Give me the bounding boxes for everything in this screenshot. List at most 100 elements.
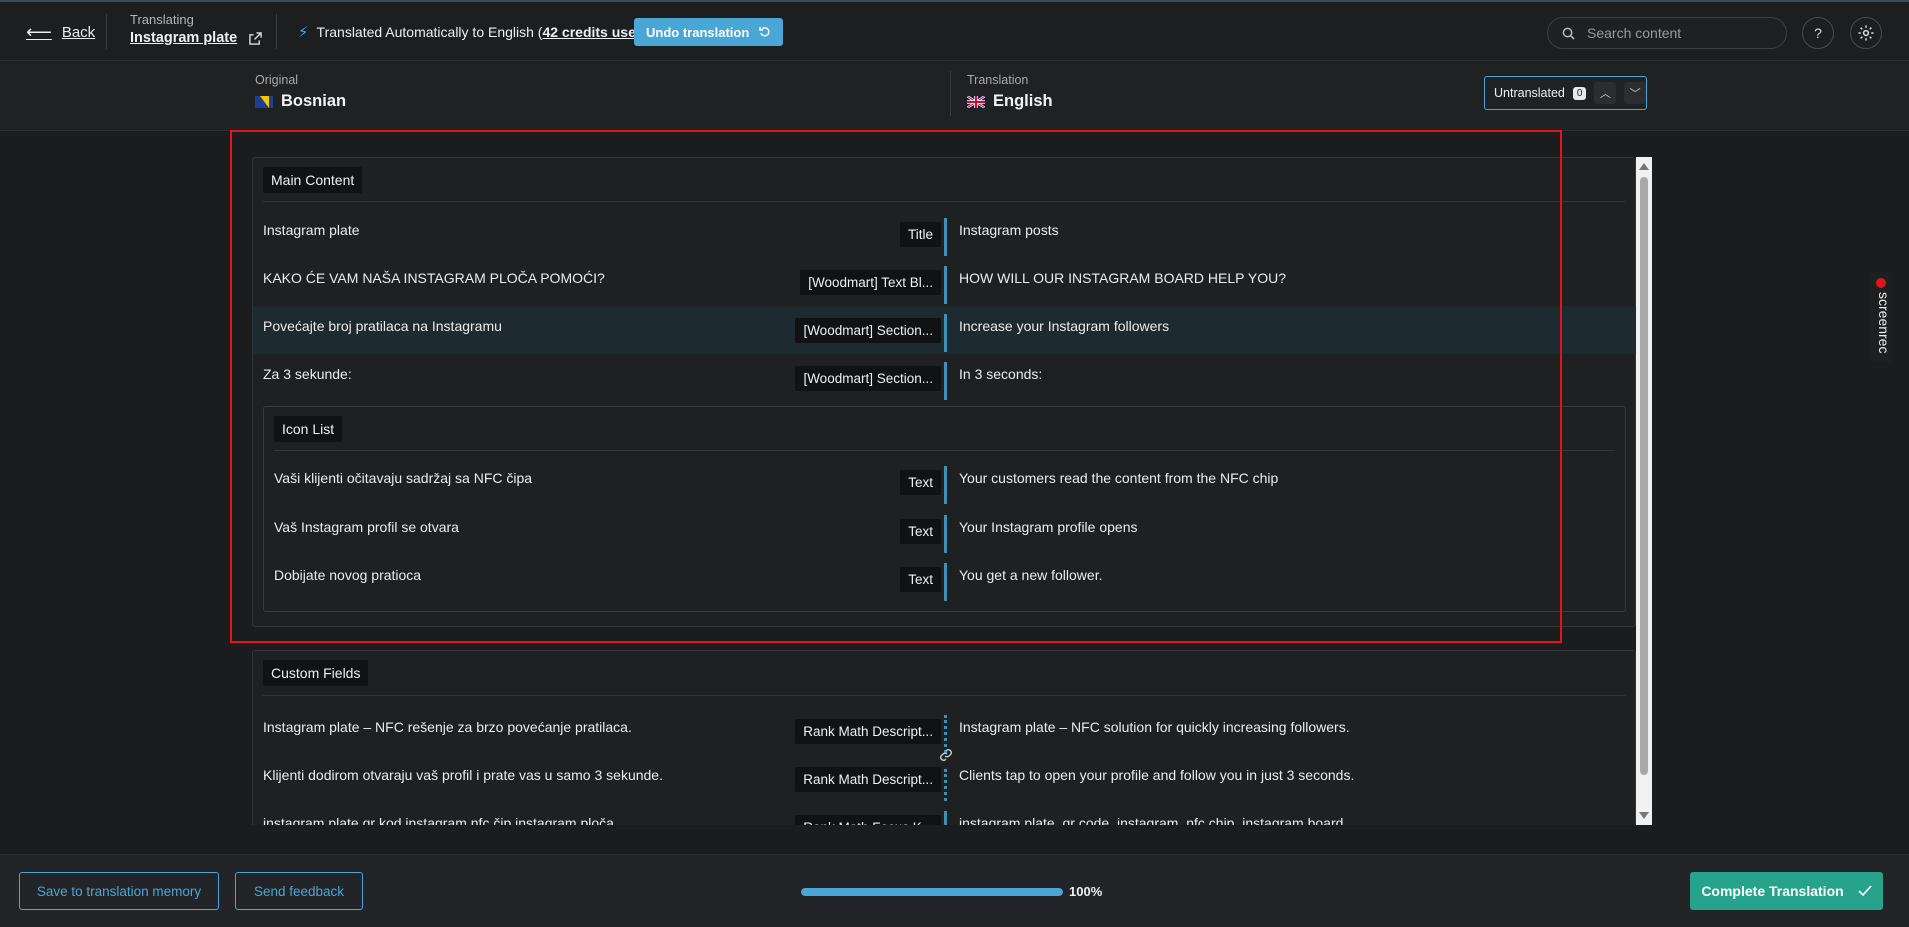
bosnia-flag-icon xyxy=(255,95,273,108)
credits-used: 42 credits used xyxy=(542,24,645,40)
row-divider xyxy=(944,466,947,504)
row-divider xyxy=(944,811,947,825)
divider xyxy=(274,450,1615,451)
document-info: Translating Instagram plate xyxy=(130,12,262,46)
scroll-up-arrow-icon[interactable] xyxy=(1639,163,1649,170)
row-divider xyxy=(944,314,947,352)
send-feedback-button[interactable]: Send feedback xyxy=(235,872,363,910)
original-text: KAKO ĆE VAM NAŠA INSTAGRAM PLOČA POMOĆI? xyxy=(263,270,605,286)
translated-text[interactable]: instagram plate, qr code, instagram, nfc… xyxy=(959,815,1343,825)
row-divider xyxy=(944,266,947,304)
arrow-left-icon: ⟵ xyxy=(26,22,52,42)
back-button[interactable]: ⟵ Back xyxy=(26,22,95,43)
undo-icon xyxy=(759,27,770,37)
bottom-bar: Save to translation memory Send feedback… xyxy=(0,854,1909,927)
original-text: Instagram plate xyxy=(263,222,360,238)
help-icon: ? xyxy=(1814,25,1822,41)
translated-text[interactable]: HOW WILL OUR INSTAGRAM BOARD HELP YOU? xyxy=(959,270,1286,286)
help-button[interactable]: ? xyxy=(1802,17,1834,49)
translation-row[interactable]: Vaš Instagram profil se otvara Text Your… xyxy=(253,507,1637,555)
language-bar: Original Bosnian Translation English Unt… xyxy=(0,61,1909,131)
translated-text[interactable]: Instagram plate – NFC solution for quick… xyxy=(959,719,1350,735)
scrollbar-thumb[interactable] xyxy=(1640,177,1648,775)
auto-translate-status: ⚡ Translated Automatically to English (4… xyxy=(298,23,649,41)
translating-label: Translating xyxy=(130,12,194,27)
complete-translation-button[interactable]: Complete Translation xyxy=(1690,872,1883,910)
main-content-section: Main Content Instagram plate Title Insta… xyxy=(252,157,1637,627)
translation-row[interactable]: Za 3 sekunde: [Woodmart] Section... In 3… xyxy=(253,354,1637,402)
translation-label: Translation xyxy=(967,73,1029,87)
save-to-memory-button[interactable]: Save to translation memory xyxy=(19,872,219,910)
row-divider xyxy=(944,515,947,553)
translation-row[interactable]: Klijenti dodirom otvaraju vaš profil i p… xyxy=(253,755,1636,803)
scroll-down-arrow-icon[interactable] xyxy=(1639,812,1649,819)
translated-text[interactable]: You get a new follower. xyxy=(959,567,1102,583)
original-text: Povećajte broj pratilaca na Instagramu xyxy=(263,318,502,334)
divider xyxy=(950,71,951,116)
progress-fill xyxy=(801,888,1063,896)
translation-row[interactable]: instagram plate,qr kod,instagram,nfc čip… xyxy=(253,803,1636,825)
chevron-down-icon: ﹀ xyxy=(1629,88,1641,100)
divider xyxy=(276,14,277,49)
original-text: Za 3 sekunde: xyxy=(263,366,352,382)
translated-text[interactable]: Increase your Instagram followers xyxy=(959,318,1169,334)
original-text: Dobijate novog pratioca xyxy=(274,567,422,583)
screenrec-widget[interactable]: screenrec xyxy=(1870,272,1892,362)
divider xyxy=(263,201,1625,202)
screenrec-label: screenrec xyxy=(1876,292,1892,354)
field-type-tag: Rank Math Descript... xyxy=(795,767,941,792)
translated-text[interactable]: Instagram posts xyxy=(959,222,1059,238)
field-type-tag: Rank Math Descript... xyxy=(795,719,941,744)
row-divider xyxy=(944,563,947,601)
translated-text[interactable]: In 3 seconds: xyxy=(959,366,1042,382)
gear-icon xyxy=(1858,25,1874,41)
search-icon xyxy=(1562,27,1575,40)
field-type-tag: Title xyxy=(899,222,941,247)
translation-row[interactable]: Vaši klijenti očitavaju sadržaj sa NFC č… xyxy=(253,458,1637,506)
row-divider xyxy=(944,769,947,801)
translation-row[interactable]: Dobijate novog pratioca Text You get a n… xyxy=(253,555,1637,603)
original-text: instagram plate,qr kod,instagram,nfc čip… xyxy=(263,815,614,825)
field-type-tag: Rank Math Focus K... xyxy=(795,815,941,825)
record-dot-icon xyxy=(1876,278,1886,288)
original-language: Original Bosnian xyxy=(255,73,346,111)
previous-untranslated-button[interactable]: ︿ xyxy=(1594,82,1617,104)
original-text: Klijenti dodirom otvaraju vaš profil i p… xyxy=(263,767,663,783)
next-untranslated-button[interactable]: ﹀ xyxy=(1624,82,1646,104)
undo-translation-button[interactable]: Undo translation xyxy=(634,18,784,46)
divider xyxy=(263,695,1625,696)
undo-label: Undo translation xyxy=(646,24,750,40)
chevron-up-icon: ︿ xyxy=(1599,88,1611,100)
search-input[interactable] xyxy=(1587,25,1767,41)
translated-text[interactable]: Your customers read the content from the… xyxy=(959,470,1278,486)
field-type-tag: Text xyxy=(900,567,941,592)
translation-row[interactable]: Povećajte broj pratilaca na Instagramu [… xyxy=(253,306,1637,354)
translated-text[interactable]: Your Instagram profile opens xyxy=(959,519,1137,535)
document-title-link[interactable]: Instagram plate xyxy=(130,30,262,46)
checkmark-icon xyxy=(1858,885,1872,897)
untranslated-count: 0 xyxy=(1572,86,1587,100)
row-divider xyxy=(944,362,947,400)
search-box[interactable] xyxy=(1547,17,1787,49)
translated-text[interactable]: Clients tap to open your profile and fol… xyxy=(959,767,1354,783)
uk-flag-icon xyxy=(967,95,985,108)
original-label: Original xyxy=(255,73,299,87)
row-divider xyxy=(944,218,947,256)
original-text: Vaši klijenti očitavaju sadržaj sa NFC č… xyxy=(274,470,533,486)
section-heading: Custom Fields xyxy=(263,660,369,686)
lightning-icon: ⚡ xyxy=(298,24,309,41)
field-type-tag: [Woodmart] Section... xyxy=(795,318,941,343)
settings-button[interactable] xyxy=(1850,17,1882,49)
field-type-tag: [Woodmart] Section... xyxy=(795,366,941,391)
original-text: Instagram plate – NFC rešenje za brzo po… xyxy=(263,719,632,735)
untranslated-filter[interactable]: Untranslated 0 ︿ ﹀ xyxy=(1484,76,1647,110)
back-label: Back xyxy=(61,24,96,41)
field-type-tag: Text xyxy=(900,470,941,495)
progress-percent: 100% xyxy=(1069,884,1103,899)
translation-row[interactable]: KAKO ĆE VAM NAŠA INSTAGRAM PLOČA POMOĆI?… xyxy=(253,258,1637,306)
custom-fields-section: Custom Fields Instagram plate – NFC reše… xyxy=(252,650,1636,825)
content-scrollbar[interactable] xyxy=(1636,157,1652,825)
group-heading: Icon List xyxy=(274,416,343,442)
translation-row[interactable]: Instagram plate Title Instagram posts xyxy=(253,210,1637,258)
progress-bar xyxy=(801,888,1063,896)
